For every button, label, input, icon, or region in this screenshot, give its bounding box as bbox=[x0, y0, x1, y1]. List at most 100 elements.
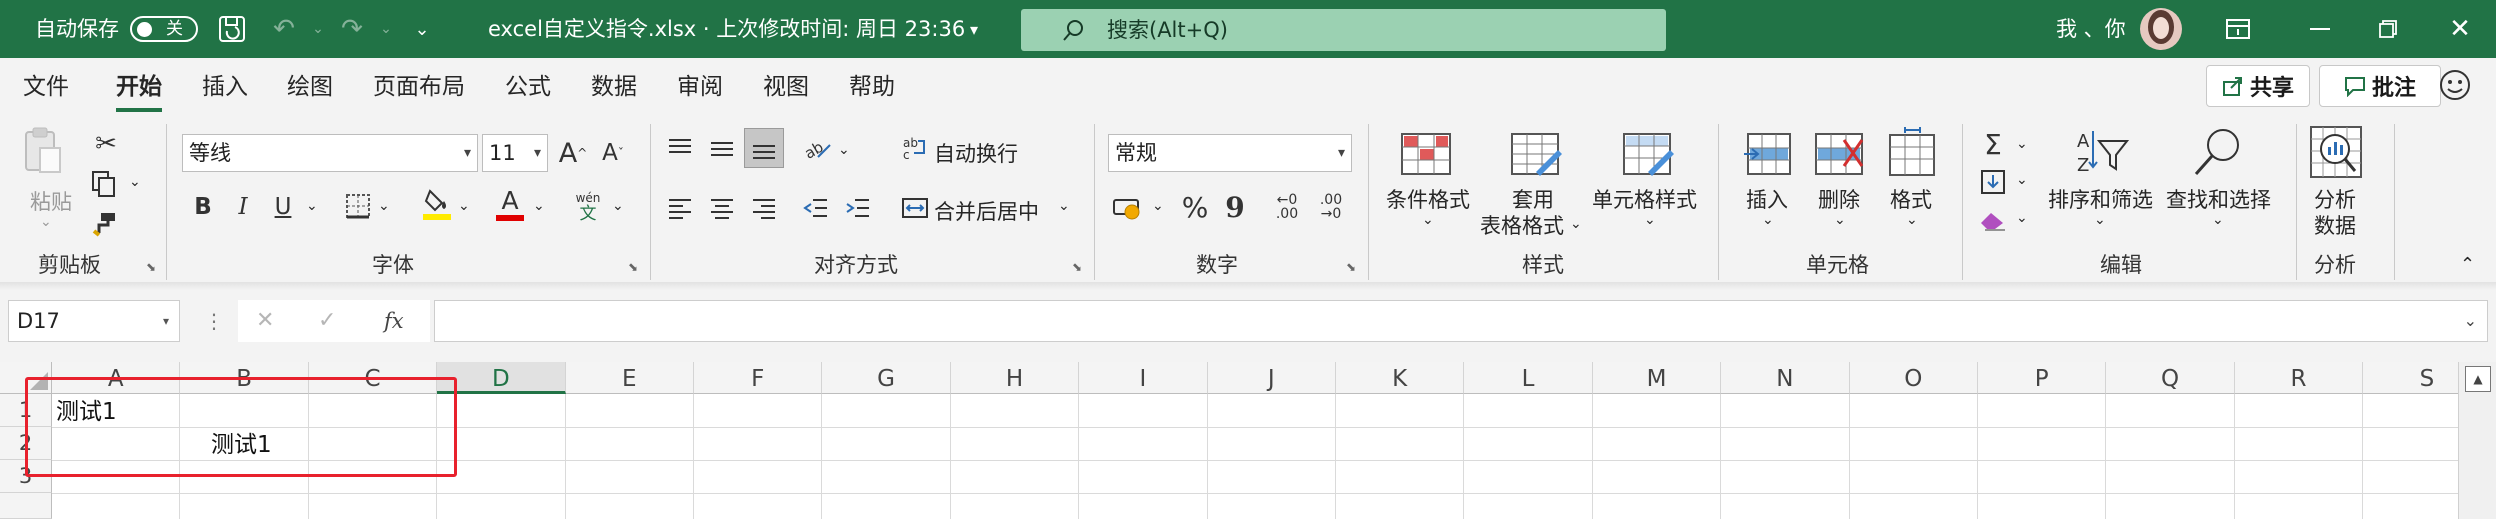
cell-styles-icon[interactable] bbox=[1620, 130, 1676, 178]
italic-icon[interactable]: I bbox=[228, 188, 258, 226]
column-header-i[interactable]: I bbox=[1079, 362, 1208, 394]
increase-font-icon[interactable]: A ^ bbox=[556, 134, 590, 172]
clear-dropdown-icon[interactable]: ⌄ bbox=[2016, 210, 2028, 226]
underline-dropdown-icon[interactable]: ⌄ bbox=[306, 198, 318, 214]
document-title[interactable]: excel自定义指令.xlsx · 上次修改时间: 周日 23:36 bbox=[488, 0, 965, 58]
save-icon[interactable] bbox=[214, 11, 250, 47]
merge-dropdown-icon[interactable]: ⌄ bbox=[1058, 198, 1070, 214]
fill-icon[interactable] bbox=[1978, 166, 2008, 198]
find-select-dropdown-icon[interactable]: ⌄ bbox=[2212, 212, 2224, 228]
delete-dropdown-icon[interactable]: ⌄ bbox=[1834, 212, 1846, 228]
delete-cells-label[interactable]: 删除 bbox=[1818, 184, 1860, 214]
column-header-p[interactable]: P bbox=[1978, 362, 2107, 394]
customize-toolbar-icon[interactable]: ⌄ bbox=[404, 11, 440, 47]
font-name-select[interactable]: 等线 ▾ bbox=[182, 134, 478, 172]
align-right-icon[interactable] bbox=[748, 192, 780, 224]
tab-file[interactable]: 文件 bbox=[23, 58, 69, 116]
feedback-smiley-icon[interactable] bbox=[2438, 68, 2472, 102]
orientation-dropdown-icon[interactable]: ⌄ bbox=[838, 142, 850, 158]
search-box[interactable]: 搜索(Alt+Q) bbox=[1021, 9, 1666, 51]
formula-input[interactable]: ⌄ bbox=[434, 300, 2488, 342]
font-color-dropdown-icon[interactable]: ⌄ bbox=[533, 198, 545, 214]
autosum-dropdown-icon[interactable]: ⌄ bbox=[2016, 136, 2028, 152]
merge-center-label[interactable]: 合并后居中 bbox=[934, 196, 1039, 226]
tab-help[interactable]: 帮助 bbox=[849, 58, 895, 116]
title-dropdown-icon[interactable]: ▾ bbox=[956, 11, 992, 47]
conditional-format-icon[interactable] bbox=[1398, 130, 1454, 178]
copy-icon[interactable] bbox=[88, 168, 120, 200]
format-as-table-label-2[interactable]: 表格格式 bbox=[1480, 210, 1564, 240]
column-header-j[interactable]: J bbox=[1207, 362, 1336, 394]
decrease-font-icon[interactable]: Aˇ bbox=[596, 134, 630, 172]
delete-cells-icon[interactable] bbox=[1812, 130, 1868, 178]
increase-indent-icon[interactable] bbox=[842, 192, 874, 224]
name-box[interactable]: D17 ▾ bbox=[8, 300, 180, 342]
find-select-icon[interactable] bbox=[2190, 124, 2246, 180]
font-color-icon[interactable]: A bbox=[494, 184, 526, 224]
decrease-indent-icon[interactable] bbox=[800, 192, 832, 224]
share-button[interactable]: 共享 bbox=[2206, 65, 2310, 107]
percent-icon[interactable]: % bbox=[1178, 188, 1212, 226]
column-header-n[interactable]: N bbox=[1721, 362, 1850, 394]
align-left-icon[interactable] bbox=[664, 192, 696, 224]
analyze-data-icon[interactable] bbox=[2308, 124, 2364, 180]
increase-decimal-icon[interactable]: ←0 .00 bbox=[1268, 188, 1306, 226]
paste-icon[interactable] bbox=[22, 126, 62, 176]
alignment-launcher-icon[interactable]: ⬊ bbox=[1072, 260, 1082, 274]
column-header-f[interactable]: F bbox=[694, 362, 823, 394]
font-size-select[interactable]: 11 ▾ bbox=[482, 134, 548, 172]
sort-filter-label[interactable]: 排序和筛选 bbox=[2048, 184, 2153, 214]
merge-center-icon[interactable] bbox=[900, 192, 930, 224]
clear-icon[interactable] bbox=[1978, 204, 2008, 236]
phonetic-guide-icon[interactable]: wén 文 bbox=[570, 186, 606, 226]
format-as-table-icon[interactable] bbox=[1508, 130, 1564, 178]
minimize-icon[interactable] bbox=[2302, 11, 2338, 47]
format-cells-icon[interactable] bbox=[1884, 126, 1940, 178]
format-dropdown-icon[interactable]: ⌄ bbox=[1906, 212, 1918, 228]
format-painter-icon[interactable] bbox=[88, 208, 120, 240]
column-header-m[interactable]: M bbox=[1592, 362, 1722, 394]
ribbon-display-icon[interactable] bbox=[2220, 11, 2256, 47]
insert-cells-icon[interactable] bbox=[1740, 130, 1796, 178]
orientation-icon[interactable]: ab bbox=[800, 132, 834, 164]
clipboard-launcher-icon[interactable]: ⬊ bbox=[146, 260, 156, 274]
insert-cells-label[interactable]: 插入 bbox=[1746, 184, 1788, 214]
tab-data[interactable]: 数据 bbox=[591, 58, 637, 116]
paste-label[interactable]: 粘贴 bbox=[30, 186, 72, 216]
decrease-decimal-icon[interactable]: .00 →0 bbox=[1312, 188, 1350, 226]
bold-icon[interactable]: B bbox=[188, 188, 218, 226]
expand-formula-icon[interactable]: ⌄ bbox=[2464, 301, 2477, 341]
conditional-format-label[interactable]: 条件格式 bbox=[1386, 184, 1470, 214]
autosum-icon[interactable]: Σ bbox=[1978, 128, 2008, 161]
close-icon[interactable]: ✕ bbox=[2442, 11, 2478, 47]
wrap-text-label[interactable]: 自动换行 bbox=[934, 138, 1018, 168]
autosave-toggle[interactable]: 关 bbox=[130, 16, 198, 42]
conditional-format-dropdown-icon[interactable]: ⌄ bbox=[1422, 212, 1434, 228]
column-header-l[interactable]: L bbox=[1464, 362, 1593, 394]
borders-dropdown-icon[interactable]: ⌄ bbox=[378, 198, 390, 214]
align-center-icon[interactable] bbox=[706, 192, 738, 224]
comments-button[interactable]: 批注 bbox=[2319, 65, 2441, 107]
column-header-o[interactable]: O bbox=[1849, 362, 1978, 394]
column-header-k[interactable]: K bbox=[1336, 362, 1465, 394]
align-middle-icon[interactable] bbox=[706, 132, 738, 164]
analyze-data-label-2[interactable]: 数据 bbox=[2314, 210, 2356, 240]
fill-color-dropdown-icon[interactable]: ⌄ bbox=[458, 198, 470, 214]
enter-icon[interactable]: ✓ bbox=[318, 300, 336, 342]
fill-color-icon[interactable] bbox=[420, 186, 454, 222]
redo-dropdown-icon[interactable]: ⌄ bbox=[368, 11, 404, 47]
accounting-dropdown-icon[interactable]: ⌄ bbox=[1152, 198, 1164, 214]
redo-icon[interactable]: ↷ bbox=[334, 11, 370, 47]
tab-page-layout[interactable]: 页面布局 bbox=[373, 58, 465, 116]
row-header[interactable] bbox=[0, 493, 52, 519]
column-header-g[interactable]: G bbox=[822, 362, 951, 394]
tab-home[interactable]: 开始 bbox=[116, 58, 162, 116]
tab-review[interactable]: 审阅 bbox=[677, 58, 723, 116]
borders-icon[interactable] bbox=[342, 190, 374, 222]
column-header-e[interactable]: E bbox=[565, 362, 694, 394]
cell-styles-dropdown-icon[interactable]: ⌄ bbox=[1644, 212, 1656, 228]
phonetic-dropdown-icon[interactable]: ⌄ bbox=[612, 198, 624, 214]
format-cells-label[interactable]: 格式 bbox=[1890, 184, 1932, 214]
format-as-table-dropdown-icon[interactable]: ⌄ bbox=[1570, 216, 1582, 232]
tab-insert[interactable]: 插入 bbox=[202, 58, 248, 116]
